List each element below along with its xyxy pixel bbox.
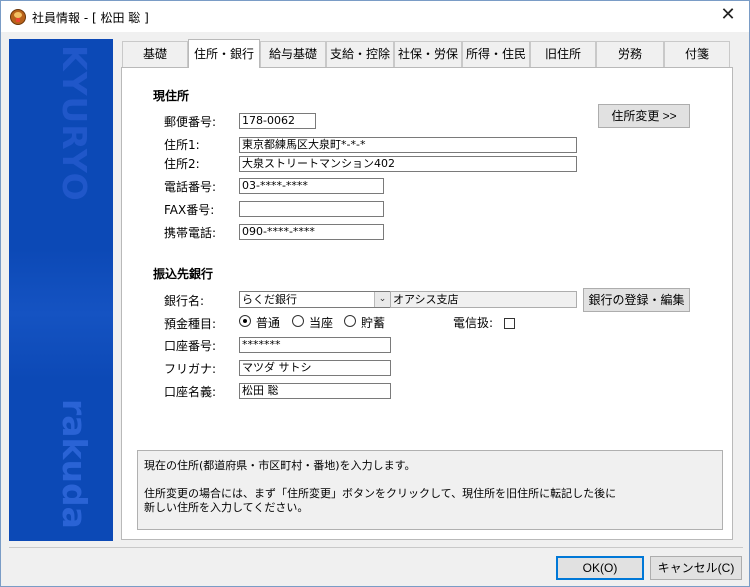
account-holder-label: 口座名義: [164,385,217,399]
bank-name-label: 銀行名: [164,294,205,308]
tab-basic[interactable]: 基礎 [122,41,188,67]
deposit-savings-radio[interactable] [344,315,356,327]
tab-strip: 基礎 住所・銀行 給与基礎 支給・控除 社保・労保 所得・住民 旧住所 労務 付… [122,39,731,68]
furigana-field[interactable]: マツダ サトシ [239,360,391,376]
bank-select[interactable]: らくだ銀行 ⌄ [239,291,391,308]
tab-labor[interactable]: 労務 [596,41,664,67]
address1-field[interactable]: 東京都練馬区大泉町*-*-* [239,137,577,153]
window-title: 社員情報 - [ 松田 聡 ] [32,11,149,25]
deposit-ordinary-label[interactable]: 普通 [256,314,280,331]
fax-field[interactable] [239,201,384,217]
deposit-ordinary-radio[interactable] [239,315,251,327]
telegram-checkbox[interactable] [504,318,515,329]
address-divider [199,95,694,96]
sidebar-logo-top: KYURYO [55,45,94,202]
tab-income-residence[interactable]: 所得・住民 [462,41,530,67]
help-line-3: 新しい住所を入力してください。 [144,501,309,514]
address2-label: 住所2: [164,157,200,171]
chevron-down-icon[interactable]: ⌄ [374,292,390,307]
help-box: 現在の住所(都道府県・市区町村・番地)を入力します。 住所変更の場合には、まず「… [137,450,723,530]
app-icon [10,9,26,25]
deposit-current-label[interactable]: 当座 [309,314,333,331]
tab-sticky-note[interactable]: 付箋 [664,41,730,67]
help-line-1: 現在の住所(都道府県・市区町村・番地)を入力します。 [144,459,416,472]
bank-select-value: らくだ銀行 [242,293,297,306]
tab-social-insurance[interactable]: 社保・労保 [394,41,462,67]
bank-section-title: 振込先銀行 [153,267,214,281]
deposit-savings-label[interactable]: 貯蓄 [361,314,385,331]
branch-field: オアシス支店 [390,291,577,308]
tab-pay-deduction[interactable]: 支給・控除 [326,41,394,67]
bank-register-button[interactable]: 銀行の登録・編集 [583,288,690,312]
deposit-current-radio[interactable] [292,315,304,327]
account-number-field[interactable]: ******* [239,337,391,353]
phone-field[interactable]: 03-****-**** [239,178,384,194]
mobile-label: 携帯電話: [164,226,217,240]
ok-button[interactable]: OK(O) [556,556,644,580]
address-section-title: 現住所 [153,89,190,103]
title-bar: 社員情報 - [ 松田 聡 ] ✕ [1,1,749,32]
account-number-label: 口座番号: [164,339,217,353]
fax-label: FAX番号: [164,203,215,217]
cancel-button[interactable]: キャンセル(C) [650,556,742,580]
address2-field[interactable]: 大泉ストリートマンション402 [239,156,577,172]
employee-info-window: 社員情報 - [ 松田 聡 ] ✕ KYURYO rakuda 基礎 住所・銀行… [0,0,750,587]
footer-divider [9,547,743,548]
furigana-label: フリガナ: [164,362,217,376]
sidebar-banner: KYURYO rakuda [9,39,113,541]
postal-code-label: 郵便番号: [164,115,217,129]
telegram-label: 電信扱: [453,316,494,330]
sidebar-logo-bottom: rakuda [55,399,94,529]
address1-label: 住所1: [164,138,200,152]
deposit-type-label: 預金種目: [164,317,217,331]
mobile-field[interactable]: 090-****-**** [239,224,384,240]
sidebar-glow [9,249,113,379]
tab-address-bank[interactable]: 住所・銀行 [188,39,260,68]
account-holder-field[interactable]: 松田 聡 [239,383,391,399]
tab-old-address[interactable]: 旧住所 [530,41,596,67]
tab-salary-base[interactable]: 給与基礎 [260,41,326,67]
address-change-button[interactable]: 住所変更 >> [598,104,690,128]
close-icon[interactable]: ✕ [715,5,741,27]
postal-code-field[interactable]: 178-0062 [239,113,316,129]
bank-divider [223,272,694,273]
phone-label: 電話番号: [164,180,217,194]
